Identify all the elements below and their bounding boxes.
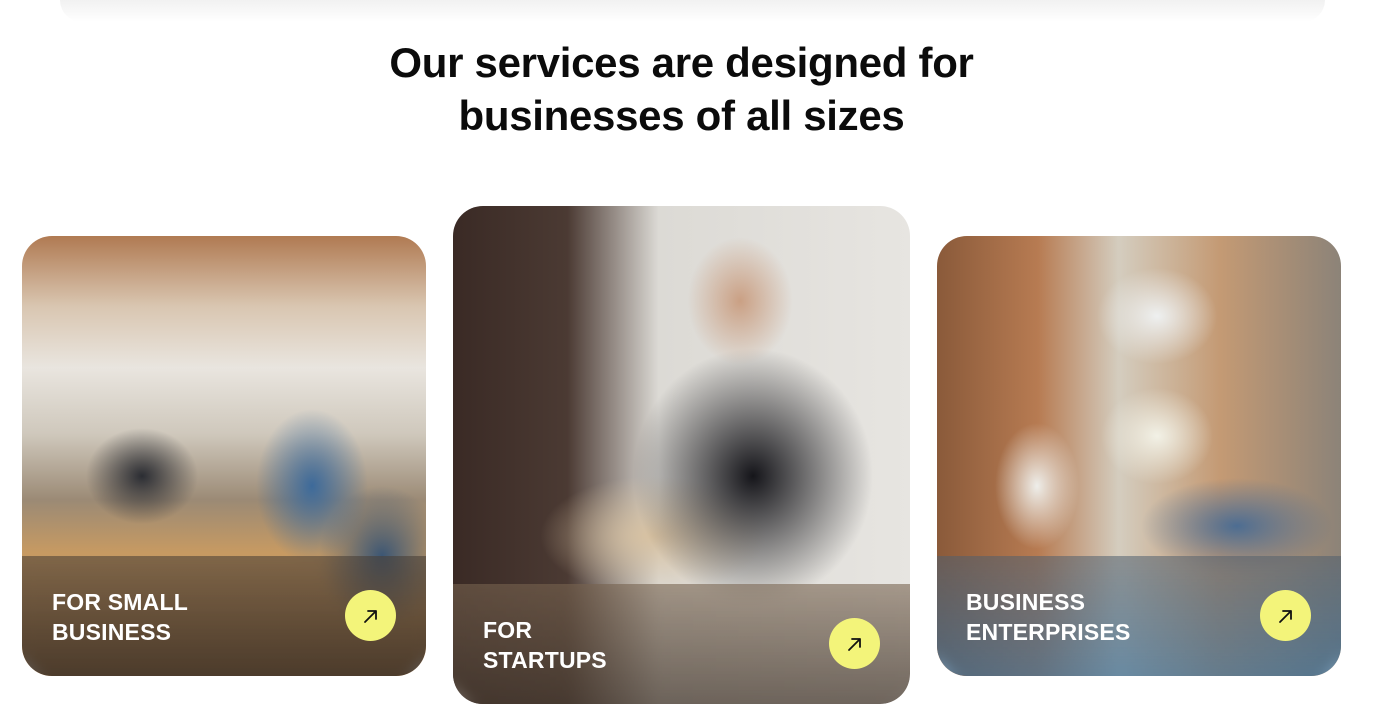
service-card-enterprises[interactable]: BUSINESS ENTERPRISES — [937, 236, 1341, 676]
card-arrow-button[interactable] — [345, 590, 396, 641]
arrow-up-right-icon — [847, 637, 861, 651]
section-heading-line-1: Our services are designed for — [389, 39, 974, 86]
card-title-line-2: ENTERPRISES — [966, 619, 1131, 645]
service-card-small-business[interactable]: FOR SMALL BUSINESS — [22, 236, 426, 676]
card-title-line-1: FOR — [483, 617, 533, 643]
section-heading: Our services are designed for businesses… — [0, 36, 1363, 142]
card-arrow-button[interactable] — [829, 618, 880, 669]
arrow-up-right-icon — [363, 609, 377, 623]
card-title: BUSINESS ENTERPRISES — [966, 587, 1131, 647]
card-title-line-1: BUSINESS — [966, 589, 1086, 615]
card-title-line-2: BUSINESS — [52, 619, 172, 645]
section-heading-line-2: businesses of all sizes — [458, 92, 905, 139]
card-arrow-button[interactable] — [1260, 590, 1311, 641]
section-top-shadow — [60, 0, 1325, 22]
card-title-line-2: STARTUPS — [483, 647, 607, 673]
arrow-up-right-icon — [1278, 609, 1292, 623]
service-card-startups[interactable]: FOR STARTUPS — [453, 206, 910, 704]
card-title: FOR SMALL BUSINESS — [52, 587, 188, 647]
card-title-line-1: FOR SMALL — [52, 589, 188, 615]
card-title: FOR STARTUPS — [483, 615, 607, 675]
